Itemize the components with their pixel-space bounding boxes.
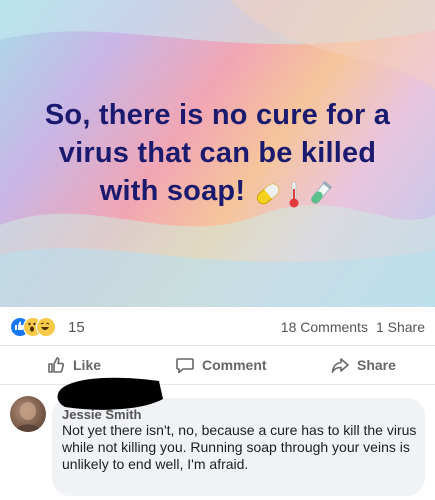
comment-text: Not yet there isn't, no, because a cure … — [62, 422, 417, 472]
share-button[interactable]: Share — [330, 346, 396, 384]
comment-button[interactable]: Comment — [175, 346, 267, 384]
pill-icon — [257, 183, 280, 205]
post-headline: So, there is no cure for a virus that ca… — [0, 96, 435, 211]
headline-line-3: with soap! — [0, 172, 435, 211]
headline-line-1: So, there is no cure for a — [44, 99, 391, 131]
like-button-label: Like — [73, 357, 102, 373]
thumbs-up-icon — [48, 357, 65, 373]
post-image[interactable]: So, there is no cure for a virus that ca… — [0, 0, 435, 307]
comment-icon — [176, 358, 194, 374]
test-tube-icon — [311, 180, 333, 204]
haha-reaction-icon — [36, 317, 56, 337]
comments-count-link[interactable]: 18 Comments — [281, 319, 368, 335]
headline-line-2: virus that can be killed — [58, 137, 377, 169]
shares-count-link[interactable]: 1 Share — [376, 319, 425, 335]
redaction-scribble — [57, 377, 163, 410]
commenter-avatar[interactable] — [10, 396, 46, 432]
headline-line-3-text: with soap! — [99, 175, 246, 207]
post-stats-bar: 15 18 Comments 1 Share — [0, 307, 435, 346]
share-button-label: Share — [357, 357, 396, 373]
share-arrow-icon — [331, 358, 349, 373]
thermometer-icon — [289, 181, 299, 208]
engagement-counts: 18 Comments 1 Share — [281, 319, 425, 335]
reaction-count: 15 — [68, 319, 85, 336]
emoji-row — [251, 173, 335, 211]
comment-button-label: Comment — [202, 357, 267, 373]
